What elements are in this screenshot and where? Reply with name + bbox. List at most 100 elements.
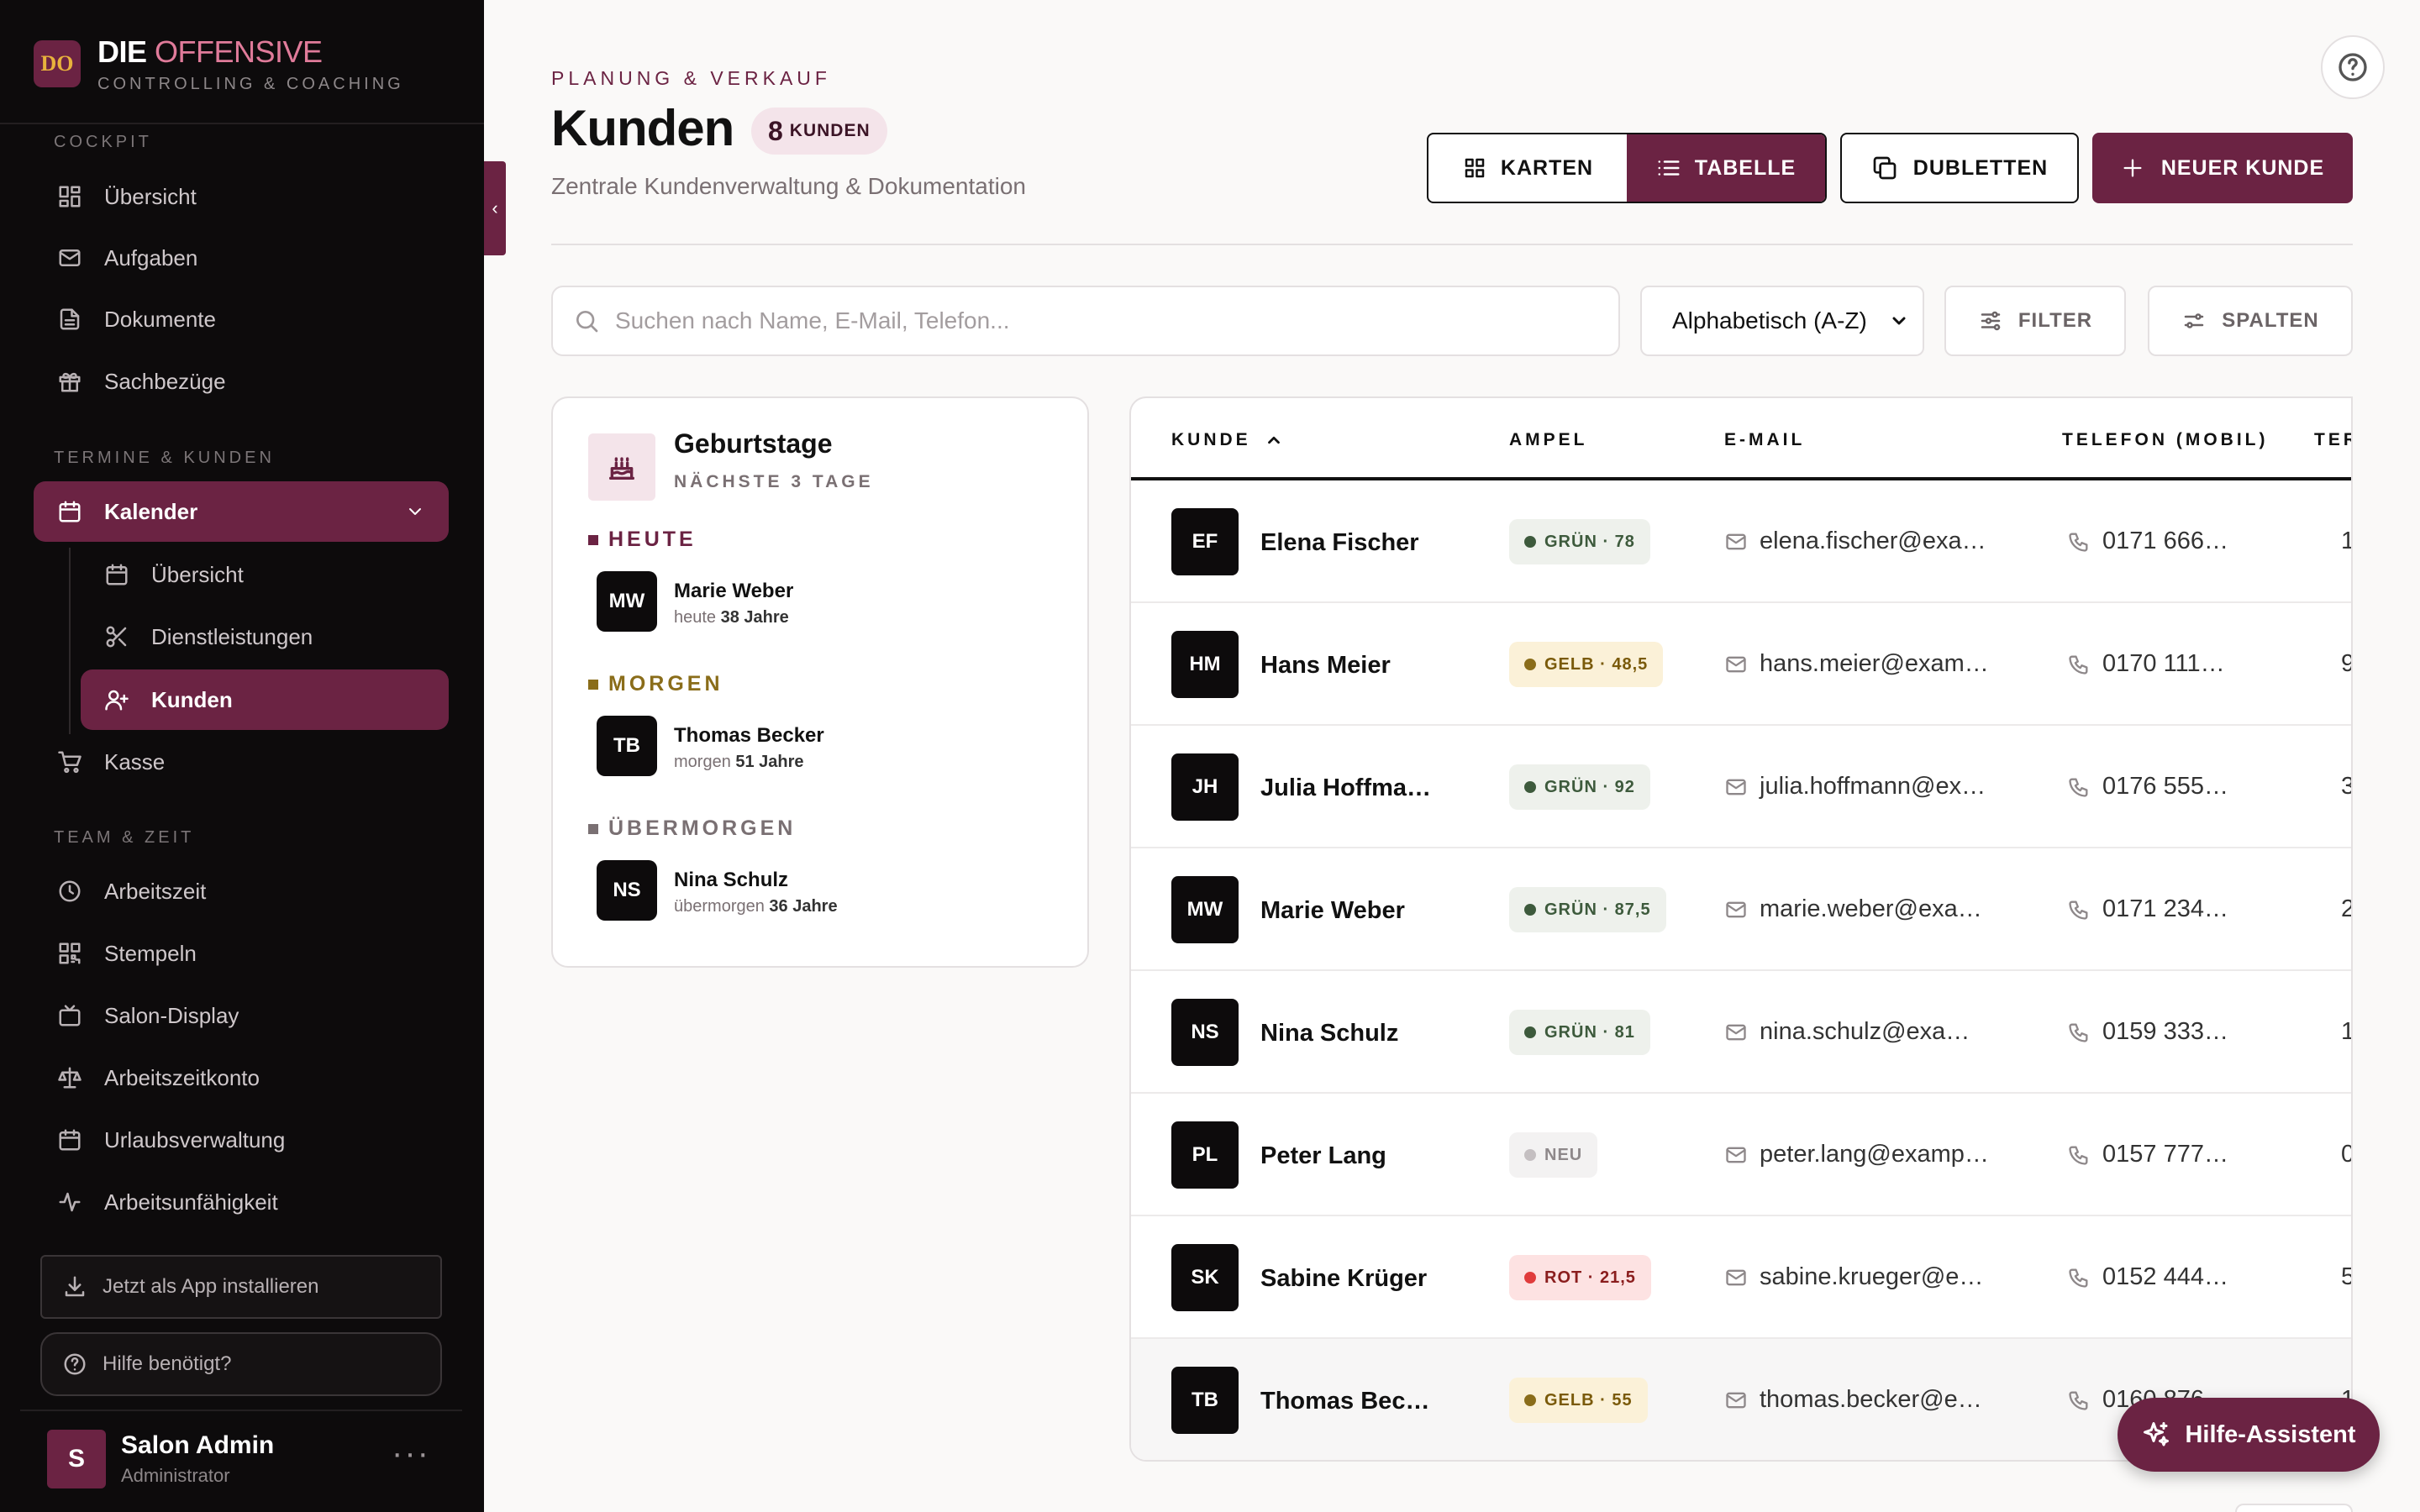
customer-name[interactable]: Sabine Krüger	[1260, 1265, 1427, 1293]
customer-phone[interactable]: 0157 777…	[2067, 1141, 2228, 1168]
column-header-ampel[interactable]: AMPEL	[1509, 430, 1588, 450]
sidebar: DO DIE OFFENSIVE CONTROLLING & COACHING …	[0, 0, 484, 1512]
sort-select[interactable]: Alphabetisch (A-Z)	[1640, 286, 1924, 356]
avatar: SK	[1171, 1244, 1239, 1311]
chevron-down-icon	[1892, 317, 1906, 325]
customer-name[interactable]: Elena Fischer	[1260, 529, 1419, 557]
customer-name[interactable]: Julia Hoffma…	[1260, 774, 1431, 802]
columns-label: SPALTEN	[2222, 309, 2319, 332]
table-row[interactable]: SK Sabine Krüger ROT · 21,5 sabine.krueger@…	[1131, 1216, 2351, 1339]
filter-label: FILTER	[2018, 309, 2093, 332]
sidebar-item-stempeln[interactable]: Stempeln	[34, 923, 449, 984]
brand[interactable]: DO DIE OFFENSIVE CONTROLLING & COACHING	[34, 30, 404, 97]
help-assistant-button[interactable]: Hilfe-Assistent	[2118, 1398, 2380, 1472]
column-header-email[interactable]: E-MAIL	[1724, 430, 1805, 450]
sidebar-item-label: Salon-Display	[104, 1002, 239, 1028]
table-row[interactable]: MW Marie Weber GRÜN · 87,5 marie.weber@exa……	[1131, 848, 2351, 971]
sidebar-subitem-dienstleistungen[interactable]: Dienstleistungen	[81, 606, 449, 667]
customer-phone[interactable]: 0171 666…	[2067, 528, 2228, 555]
sidebar-item-aufgaben[interactable]: Aufgaben	[34, 228, 449, 288]
customer-name[interactable]: Peter Lang	[1260, 1142, 1386, 1170]
avatar[interactable]: S	[47, 1430, 106, 1488]
search-input[interactable]	[615, 307, 1607, 334]
column-header-kunde[interactable]: KUNDE	[1171, 430, 1283, 450]
sidebar-item-kalender[interactable]: Kalender	[34, 481, 449, 542]
sidebar-item-label: Stempeln	[104, 940, 197, 966]
view-tabelle-button[interactable]: TABELLE	[1627, 134, 1825, 202]
sidebar-item-kasse[interactable]: Kasse	[34, 732, 449, 792]
customer-phone[interactable]: 0152 444…	[2067, 1263, 2228, 1291]
avatar: NS	[597, 860, 657, 921]
sidebar-item-arbeitszeitkonto[interactable]: Arbeitszeitkonto	[34, 1047, 449, 1108]
customer-phone[interactable]: 0159 333…	[2067, 1018, 2228, 1046]
filter-button[interactable]: FILTER	[1944, 286, 2126, 356]
more-options-icon[interactable]: ···	[392, 1436, 430, 1470]
customer-email[interactable]: nina.schulz@exa…	[1724, 1018, 1970, 1046]
help-icon	[64, 1353, 86, 1375]
view-karten-button[interactable]: KARTEN	[1428, 134, 1627, 202]
customer-appointments: 3	[2341, 773, 2351, 801]
customer-email[interactable]: sabine.krueger@e…	[1724, 1263, 1983, 1291]
table-row[interactable]: EF Elena Fischer GRÜN · 78 elena.fischer@ex…	[1131, 480, 2351, 603]
customer-name[interactable]: Marie Weber	[1260, 897, 1405, 925]
birthday-person[interactable]: MW Marie Weber heute 38 Jahre	[597, 571, 1067, 632]
sidebar-item-arbeitszeit[interactable]: Arbeitszeit	[34, 861, 449, 921]
page-kicker: PLANUNG & VERKAUF	[551, 67, 831, 89]
help-button[interactable]	[2321, 35, 2385, 99]
brand-name: DIE OFFENSIVE	[97, 34, 323, 69]
customer-name[interactable]: Hans Meier	[1260, 652, 1391, 680]
pagination[interactable]	[2235, 1504, 2353, 1512]
search-field[interactable]	[551, 286, 1620, 356]
birthday-person[interactable]: NS Nina Schulz übermorgen 36 Jahre	[597, 860, 1067, 921]
sidebar-item-arbeitsunfaehigkeit[interactable]: Arbeitsunfähigkeit	[34, 1172, 449, 1232]
column-header-telefon[interactable]: TELEFON (MOBIL)	[2062, 430, 2268, 450]
customer-email[interactable]: julia.hoffmann@ex…	[1724, 773, 1986, 801]
birthday-group-uebermorgen: ÜBERMORGEN	[588, 816, 796, 841]
sidebar-item-sachbezuege[interactable]: Sachbezüge	[34, 351, 449, 412]
sidebar-item-dokumente[interactable]: Dokumente	[34, 289, 449, 349]
sort-value: Alphabetisch (A-Z)	[1672, 307, 1867, 333]
sidebar-item-label: Kasse	[104, 748, 166, 774]
table-row[interactable]: HM Hans Meier GELB · 48,5 hans.meier@exam… 0…	[1131, 603, 2351, 726]
sidebar-subitem-uebersicht[interactable]: Übersicht	[81, 544, 449, 605]
customer-email[interactable]: elena.fischer@exa…	[1724, 528, 1986, 555]
column-header-termine[interactable]: TER	[2314, 430, 2351, 450]
avatar: MW	[597, 571, 657, 632]
collapse-sidebar-button[interactable]: ‹	[484, 161, 506, 255]
brand-subtitle: CONTROLLING & COACHING	[97, 74, 404, 93]
sidebar-item-label: Aufgaben	[104, 244, 198, 270]
sidebar-item-salon-display[interactable]: Salon-Display	[34, 985, 449, 1046]
customer-name[interactable]: Thomas Bec…	[1260, 1388, 1429, 1415]
table-row[interactable]: NS Nina Schulz GRÜN · 81 nina.schulz@exa… 01…	[1131, 971, 2351, 1094]
customer-email[interactable]: peter.lang@examp…	[1724, 1141, 1989, 1168]
user-plus-icon	[105, 690, 129, 711]
customer-phone[interactable]: 0170 111…	[2067, 650, 2225, 678]
new-customer-button[interactable]: NEUER KUNDE	[2092, 133, 2353, 203]
customer-email[interactable]: thomas.becker@e…	[1724, 1386, 1982, 1414]
user-name: Salon Admin	[121, 1431, 275, 1459]
birthday-group-heute: HEUTE	[588, 528, 697, 552]
table-row[interactable]: JH Julia Hoffma… GRÜN · 92 julia.hoffmann@e…	[1131, 726, 2351, 848]
customer-email[interactable]: marie.weber@exa…	[1724, 895, 1982, 923]
customer-phone[interactable]: 0176 555…	[2067, 773, 2228, 801]
customer-phone[interactable]: 0171 234…	[2067, 895, 2228, 923]
qr-icon	[59, 942, 81, 964]
dubletten-button[interactable]: DUBLETTEN	[1840, 133, 2079, 203]
status-badge: GRÜN · 78	[1509, 519, 1650, 564]
sidebar-subitem-kunden[interactable]: Kunden	[81, 669, 449, 730]
install-app-button[interactable]: Jetzt als App installieren	[40, 1255, 442, 1319]
birthday-person[interactable]: TB Thomas Becker morgen 51 Jahre	[597, 716, 1067, 776]
list-icon	[1658, 160, 1680, 176]
mail-icon	[1726, 1269, 1746, 1285]
mail-icon	[1726, 901, 1746, 917]
customer-name[interactable]: Nina Schulz	[1260, 1020, 1398, 1047]
sidebar-item-label: Übersicht	[104, 183, 197, 209]
table-row[interactable]: PL Peter Lang NEU peter.lang@examp… 0157 777…	[1131, 1094, 2351, 1216]
avatar: MW	[1171, 876, 1239, 943]
sidebar-item-urlaubsverwaltung[interactable]: Urlaubsverwaltung	[34, 1110, 449, 1170]
columns-button[interactable]: SPALTEN	[2148, 286, 2353, 356]
birthday-person-name: Thomas Becker	[674, 724, 824, 747]
sidebar-item-uebersicht[interactable]: Übersicht	[34, 166, 449, 227]
help-needed-button[interactable]: Hilfe benötigt?	[40, 1332, 442, 1396]
customer-email[interactable]: hans.meier@exam…	[1724, 650, 1989, 678]
